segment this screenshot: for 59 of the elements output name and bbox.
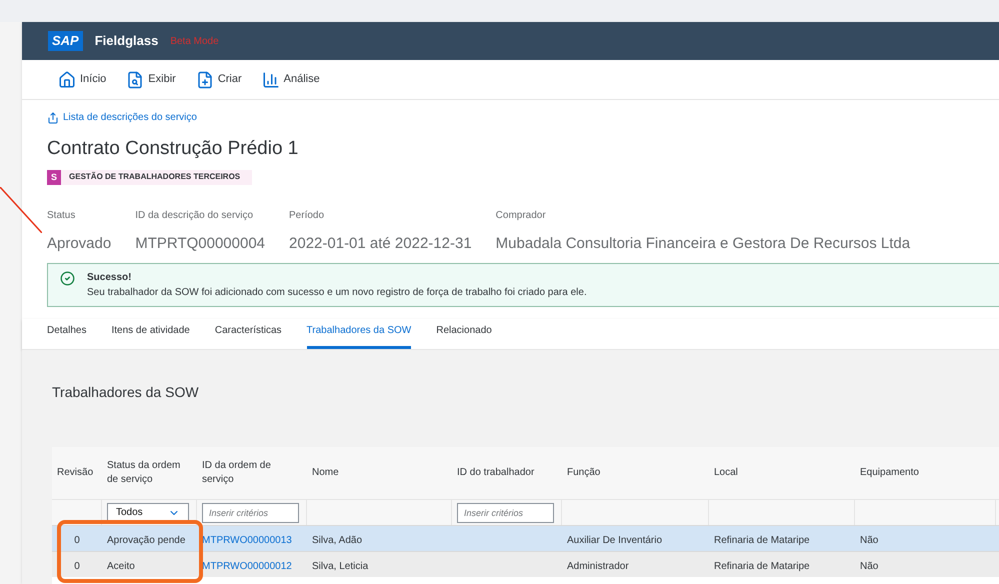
column-header: Função	[567, 466, 602, 480]
column-header: ID da ordem de serviço	[202, 459, 272, 487]
page-title: Contrato Construção Prédio 1	[47, 137, 300, 161]
order-link[interactable]: MTPRWO00000012	[202, 560, 292, 572]
chart-icon	[262, 70, 280, 88]
table-cell: Não	[860, 534, 878, 546]
nav-link[interactable]: Exibir	[126, 70, 176, 88]
section-title: Trabalhadores da SOW	[52, 383, 200, 402]
column-header: Status da ordem de serviço	[107, 459, 182, 487]
nav-link[interactable]: Criar	[196, 70, 242, 88]
field-value: 2022-01-01 até 2022-12-31	[289, 234, 472, 254]
nav-link[interactable]: Início	[58, 70, 106, 88]
message-title: Sucesso!	[87, 271, 132, 285]
field-label: Período	[289, 208, 326, 222]
column-header: Revisão	[57, 466, 94, 480]
add-document-icon	[196, 70, 214, 88]
table-cell: Silva, Adão	[312, 534, 362, 546]
filter-select[interactable]: Todos	[107, 502, 189, 522]
filter-input[interactable]: Inserir critérios	[202, 502, 299, 522]
sap-logo: SAP	[48, 31, 83, 51]
field-value: MTPRTQ00000004	[135, 234, 266, 254]
table-cell: Aprovação pende	[107, 534, 186, 546]
field-label: Comprador	[496, 208, 547, 222]
column-header: Local	[714, 466, 739, 480]
search-document-icon	[126, 70, 144, 88]
home-icon	[58, 70, 76, 88]
column-header: ID do trabalhador	[457, 466, 536, 480]
nav-link[interactable]: Análise	[262, 70, 320, 88]
field-value: Aprovado	[47, 234, 112, 254]
tab[interactable]: Características	[214, 319, 282, 349]
table-cell: Refinaria de Mataripe	[714, 560, 810, 572]
breadcrumb-link[interactable]: Lista de descrições do serviço	[47, 110, 974, 125]
table-cell: 0	[74, 560, 80, 572]
table-cell: Aceito	[107, 560, 135, 572]
product-name: Fieldglass	[94, 32, 158, 50]
filter-input[interactable]: Inserir critérios	[457, 502, 554, 522]
check-circle-icon	[60, 271, 75, 286]
table-cell: Refinaria de Mataripe	[714, 534, 810, 546]
tab[interactable]: Relacionado	[436, 319, 492, 349]
tab[interactable]: Itens de atividade	[111, 319, 190, 349]
column-header: Equipamento	[860, 466, 920, 480]
category-tag: S GESTÃO DE TRABALHADORES TERCEIROS	[47, 170, 252, 185]
table-cell: 0	[74, 534, 80, 546]
table-cell: Silva, Leticia	[312, 560, 368, 572]
column-header: Nome	[312, 466, 340, 480]
return-arrow-icon	[47, 112, 59, 124]
field-label: Status	[47, 208, 76, 222]
table-cell: Auxiliar De Inventário	[567, 534, 662, 546]
tab[interactable]: Detalhes	[47, 319, 86, 349]
table-row[interactable]: 0 Aprovação pende MTPRWO00000013 Silva, Adão Auxiliar De Inventário Refinaria de Mataripe Não	[52, 525, 999, 551]
message-text: Seu trabalhador da SOW foi adicionado com sucesso e um novo registro de força de trabalho foi criado para ele.	[87, 286, 587, 300]
mode-label: Beta Mode	[170, 34, 219, 48]
field-value: Mubadala Consultoria Financeira e Gestora De Recursos Ltda	[496, 234, 910, 254]
field-label: ID da descrição do serviço	[135, 208, 254, 222]
table-row[interactable]: 0 Aceito MTPRWO00000012 Silva, Leticia Administrador Refinaria de Mataripe Não	[52, 551, 999, 577]
annotation-line	[0, 187, 42, 233]
table-cell: Não	[860, 560, 878, 572]
order-link[interactable]: MTPRWO00000013	[202, 534, 292, 546]
table-cell: Administrador	[567, 560, 629, 572]
